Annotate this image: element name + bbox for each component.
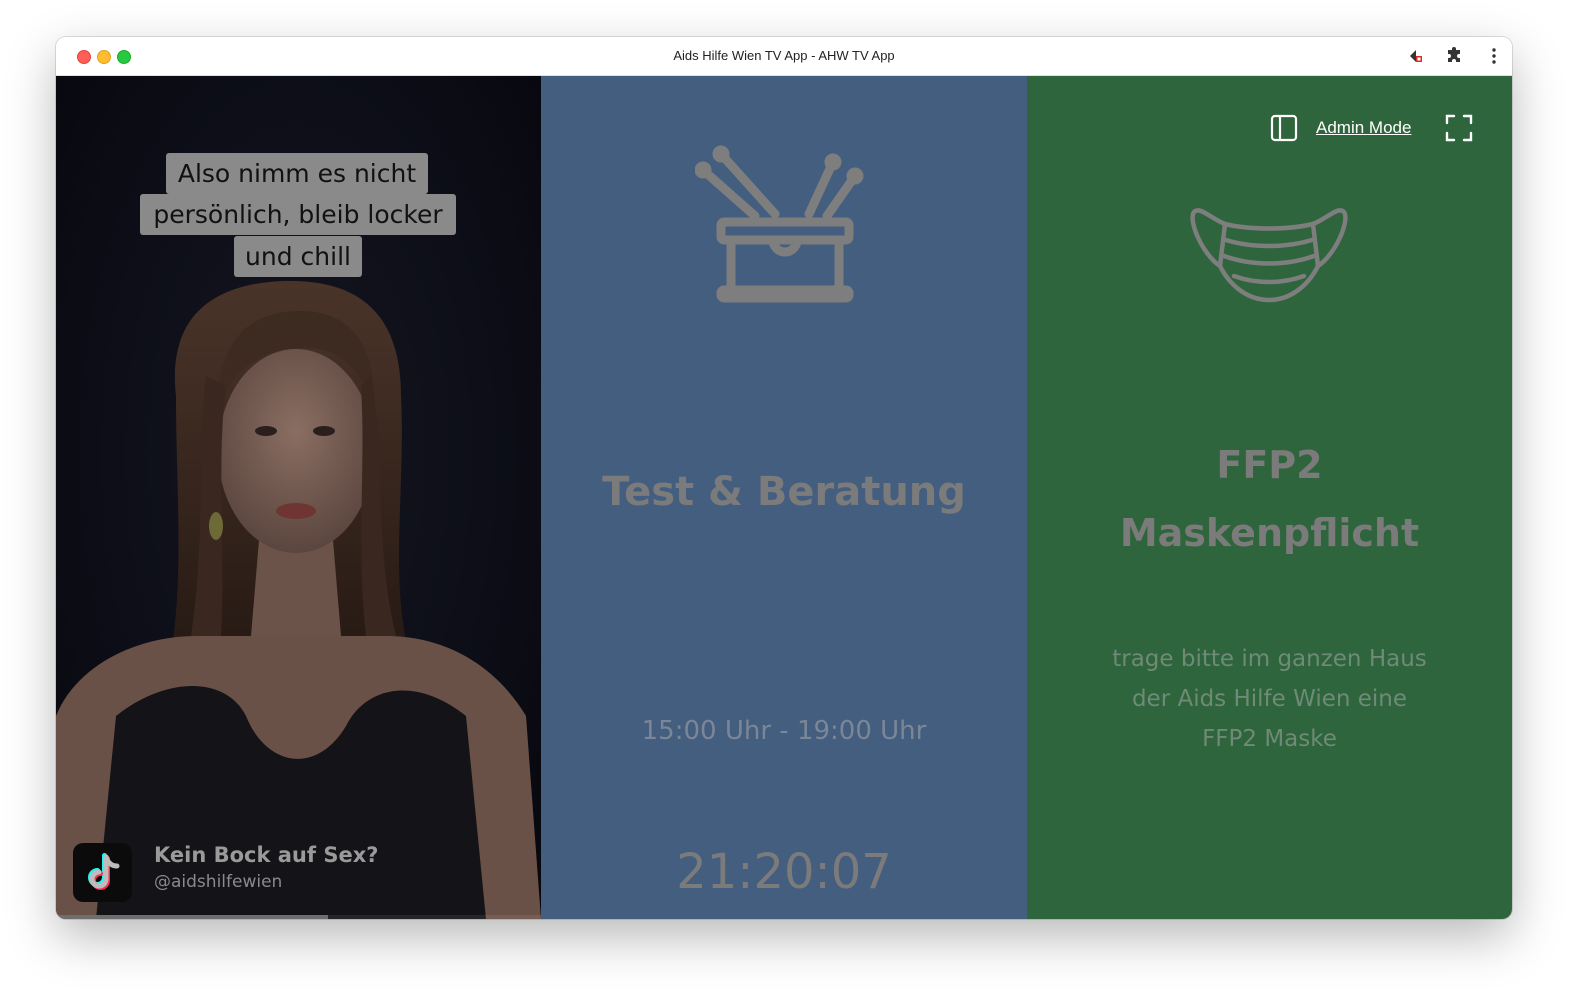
title-bar: Aids Hilfe Wien TV App - AHW TV App bbox=[56, 37, 1512, 76]
test-panel: Test & Beratung 15:00 Uhr - 19:00 Uhr 21… bbox=[541, 76, 1027, 919]
mask-description-line-1: trage bitte im ganzen Haus bbox=[1112, 646, 1427, 672]
fullscreen-icon[interactable] bbox=[1444, 113, 1474, 143]
extensions-icon[interactable] bbox=[1444, 46, 1464, 66]
admin-mode-link[interactable]: Admin Mode bbox=[1316, 118, 1411, 138]
mask-description: trage bitte im ganzen Haus der Aids Hilf… bbox=[1067, 639, 1472, 759]
caption-line-3: und chill bbox=[234, 236, 362, 277]
mask-description-line-3: FFP2 Maske bbox=[1202, 726, 1337, 752]
mask-title-line-2: Maskenpflicht bbox=[1119, 511, 1420, 555]
video-panel[interactable]: Also nimm es nicht persönlich, bleib loc… bbox=[56, 76, 541, 919]
test-hours: 15:00 Uhr - 19:00 Uhr bbox=[641, 716, 927, 746]
caption-line-2: persönlich, bleib locker bbox=[140, 194, 456, 235]
mask-panel: Admin Mode FFP2 Maskenpflicht trage bitt… bbox=[1027, 76, 1512, 919]
mask-description-line-2: der Aids Hilfe Wien eine bbox=[1131, 686, 1408, 712]
browser-window: Aids Hilfe Wien TV App - AHW TV App Also… bbox=[56, 37, 1512, 919]
translate-icon[interactable] bbox=[1406, 46, 1426, 66]
app-content: Also nimm es nicht persönlich, bleib loc… bbox=[56, 76, 1512, 919]
video-author-handle: @aidshilfewien bbox=[154, 872, 283, 892]
caption-line-1: Also nimm es nicht bbox=[166, 153, 428, 194]
sidebar-toggle-icon[interactable] bbox=[1269, 113, 1299, 143]
window-title: Aids Hilfe Wien TV App - AHW TV App bbox=[673, 48, 895, 63]
video-progress-fill bbox=[56, 915, 328, 919]
test-title: Test & Beratung bbox=[602, 469, 966, 515]
tiktok-logo-icon bbox=[73, 843, 132, 902]
video-title: Kein Bock auf Sex? bbox=[154, 843, 379, 867]
drum-icon bbox=[695, 145, 864, 303]
more-menu-icon[interactable] bbox=[1484, 46, 1504, 66]
mask-title-line-1: FFP2 bbox=[1216, 443, 1323, 487]
current-time-clock: 21:20:07 bbox=[676, 844, 892, 900]
face-mask-icon bbox=[1190, 208, 1348, 303]
mask-title: FFP2 Maskenpflicht bbox=[1027, 431, 1512, 567]
